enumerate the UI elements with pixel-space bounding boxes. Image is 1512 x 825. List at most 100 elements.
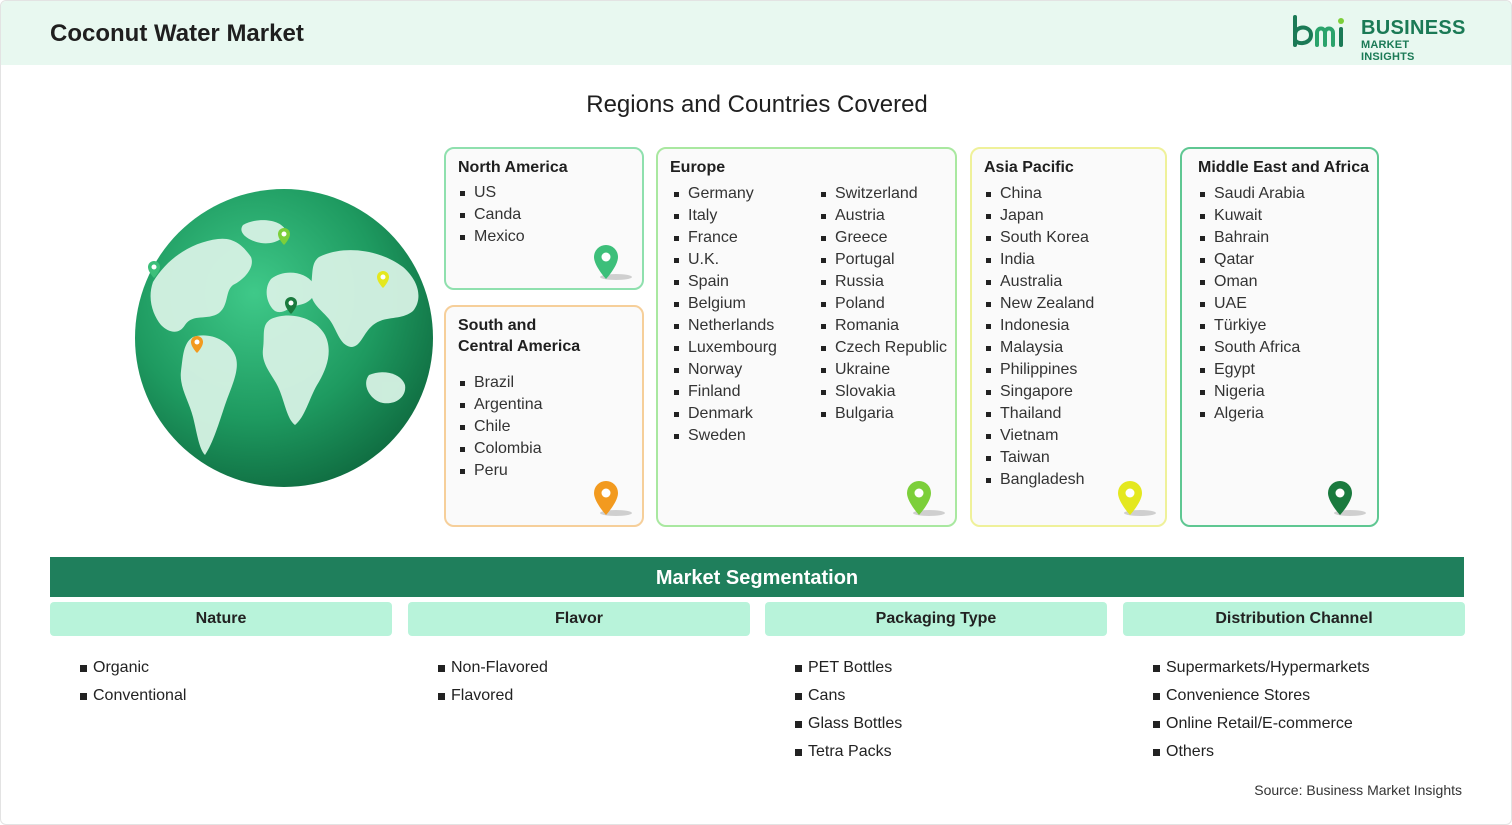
list-item: Luxembourg <box>672 337 777 359</box>
list-item: Finland <box>672 381 777 403</box>
list-item: Canda <box>458 204 525 226</box>
region-title: Asia Pacific <box>984 159 1074 176</box>
logo-line-2: MARKET INSIGHTS <box>1361 39 1415 63</box>
list-item: Philippines <box>984 359 1094 381</box>
segment-list: Non-Flavored Flavored <box>408 654 750 710</box>
segment-column-flavor: Flavor Non-Flavored Flavored <box>408 602 750 710</box>
country-list: Brazil Argentina Chile Colombia Peru <box>458 372 543 482</box>
list-item: UAE <box>1198 293 1305 315</box>
list-item: Brazil <box>458 372 543 394</box>
list-item: Portugal <box>819 249 947 271</box>
list-item: Malaysia <box>984 337 1094 359</box>
list-item: Denmark <box>672 403 777 425</box>
map-pin-icon <box>594 481 632 516</box>
header-bar: Coconut Water Market BUSINESS MARKET INS… <box>1 1 1511 65</box>
list-item: Online Retail/E-commerce <box>1153 710 1465 738</box>
list-item: Supermarkets/Hypermarkets <box>1153 654 1465 682</box>
list-item: Flavored <box>438 682 750 710</box>
list-item: Bahrain <box>1198 227 1305 249</box>
list-item: Kuwait <box>1198 205 1305 227</box>
list-item: U.K. <box>672 249 777 271</box>
list-item: US <box>458 182 525 204</box>
list-item: Australia <box>984 271 1094 293</box>
list-item: Bulgaria <box>819 403 947 425</box>
list-item: Italy <box>672 205 777 227</box>
brand-logo: BUSINESS MARKET INSIGHTS <box>1291 15 1466 63</box>
list-item: Non-Flavored <box>438 654 750 682</box>
page-title: Coconut Water Market <box>50 20 304 47</box>
globe-illustration <box>135 189 433 487</box>
region-title-line-2: Central America <box>458 338 581 355</box>
list-item: Belgium <box>672 293 777 315</box>
list-item: Cans <box>795 682 1107 710</box>
map-pin-icon <box>1328 481 1366 516</box>
segment-column-distribution-channel: Distribution Channel Supermarkets/Hyperm… <box>1123 602 1465 766</box>
list-item: Sweden <box>672 425 777 447</box>
list-item: Peru <box>458 460 543 482</box>
region-title: Europe <box>670 159 726 176</box>
list-item: France <box>672 227 777 249</box>
list-item: Germany <box>672 183 777 205</box>
list-item: Qatar <box>1198 249 1305 271</box>
region-title: North America <box>458 159 568 176</box>
list-item: Bangladesh <box>984 469 1094 491</box>
region-card-middle-east-africa: Middle East and Africa Saudi Arabia Kuwa… <box>1180 147 1379 527</box>
list-item: Taiwan <box>984 447 1094 469</box>
list-item: Nigeria <box>1198 381 1305 403</box>
segment-column-packaging-type: Packaging Type PET Bottles Cans Glass Bo… <box>765 602 1107 766</box>
segment-heading: Packaging Type <box>765 602 1107 636</box>
list-item: Organic <box>80 654 392 682</box>
region-card-asia-pacific: Asia Pacific China Japan South Korea Ind… <box>970 147 1167 527</box>
list-item: New Zealand <box>984 293 1094 315</box>
list-item: Switzerland <box>819 183 947 205</box>
list-item: Glass Bottles <box>795 710 1107 738</box>
segment-list: PET Bottles Cans Glass Bottles Tetra Pac… <box>765 654 1107 766</box>
list-item: Oman <box>1198 271 1305 293</box>
region-title-line-1: South and <box>458 317 537 334</box>
list-item: Mexico <box>458 226 525 248</box>
map-pin-icon <box>594 245 632 280</box>
list-item: Egypt <box>1198 359 1305 381</box>
list-item: India <box>984 249 1094 271</box>
list-item: Saudi Arabia <box>1198 183 1305 205</box>
list-item: Greece <box>819 227 947 249</box>
list-item: Convenience Stores <box>1153 682 1465 710</box>
region-card-europe: Europe Germany Italy France U.K. Spain B… <box>656 147 957 527</box>
list-item: Romania <box>819 315 947 337</box>
segment-heading: Nature <box>50 602 392 636</box>
country-list: US Canda Mexico <box>458 182 525 248</box>
list-item: Others <box>1153 738 1465 766</box>
list-item: Colombia <box>458 438 543 460</box>
list-item: Ukraine <box>819 359 947 381</box>
list-item: Austria <box>819 205 947 227</box>
bmi-logo-icon <box>1293 15 1344 47</box>
list-item: Singapore <box>984 381 1094 403</box>
infographic-frame: Coconut Water Market BUSINESS MARKET INS… <box>0 0 1512 825</box>
regions-heading: Regions and Countries Covered <box>586 91 928 118</box>
country-list: Saudi Arabia Kuwait Bahrain Qatar Oman U… <box>1198 183 1305 425</box>
list-item: Russia <box>819 271 947 293</box>
segment-heading: Flavor <box>408 602 750 636</box>
country-list-col-2: Switzerland Austria Greece Portugal Russ… <box>819 183 947 425</box>
list-item: Indonesia <box>984 315 1094 337</box>
region-card-north-america: North America US Canda Mexico <box>444 147 644 290</box>
list-item: Thailand <box>984 403 1094 425</box>
segmentation-banner: Market Segmentation <box>50 557 1464 597</box>
list-item: Czech Republic <box>819 337 947 359</box>
segment-list: Supermarkets/Hypermarkets Convenience St… <box>1123 654 1465 766</box>
list-item: Norway <box>672 359 777 381</box>
list-item: Japan <box>984 205 1094 227</box>
list-item: South Korea <box>984 227 1094 249</box>
list-item: China <box>984 183 1094 205</box>
list-item: PET Bottles <box>795 654 1107 682</box>
list-item: Slovakia <box>819 381 947 403</box>
list-item: Chile <box>458 416 543 438</box>
list-item: Poland <box>819 293 947 315</box>
segment-list: Organic Conventional <box>50 654 392 710</box>
region-title: Middle East and Africa <box>1198 159 1369 176</box>
country-list-col-1: Germany Italy France U.K. Spain Belgium … <box>672 183 777 447</box>
list-item: Algeria <box>1198 403 1305 425</box>
segmentation-title: Market Segmentation <box>655 567 859 589</box>
list-item: Vietnam <box>984 425 1094 447</box>
list-item: Tetra Packs <box>795 738 1107 766</box>
